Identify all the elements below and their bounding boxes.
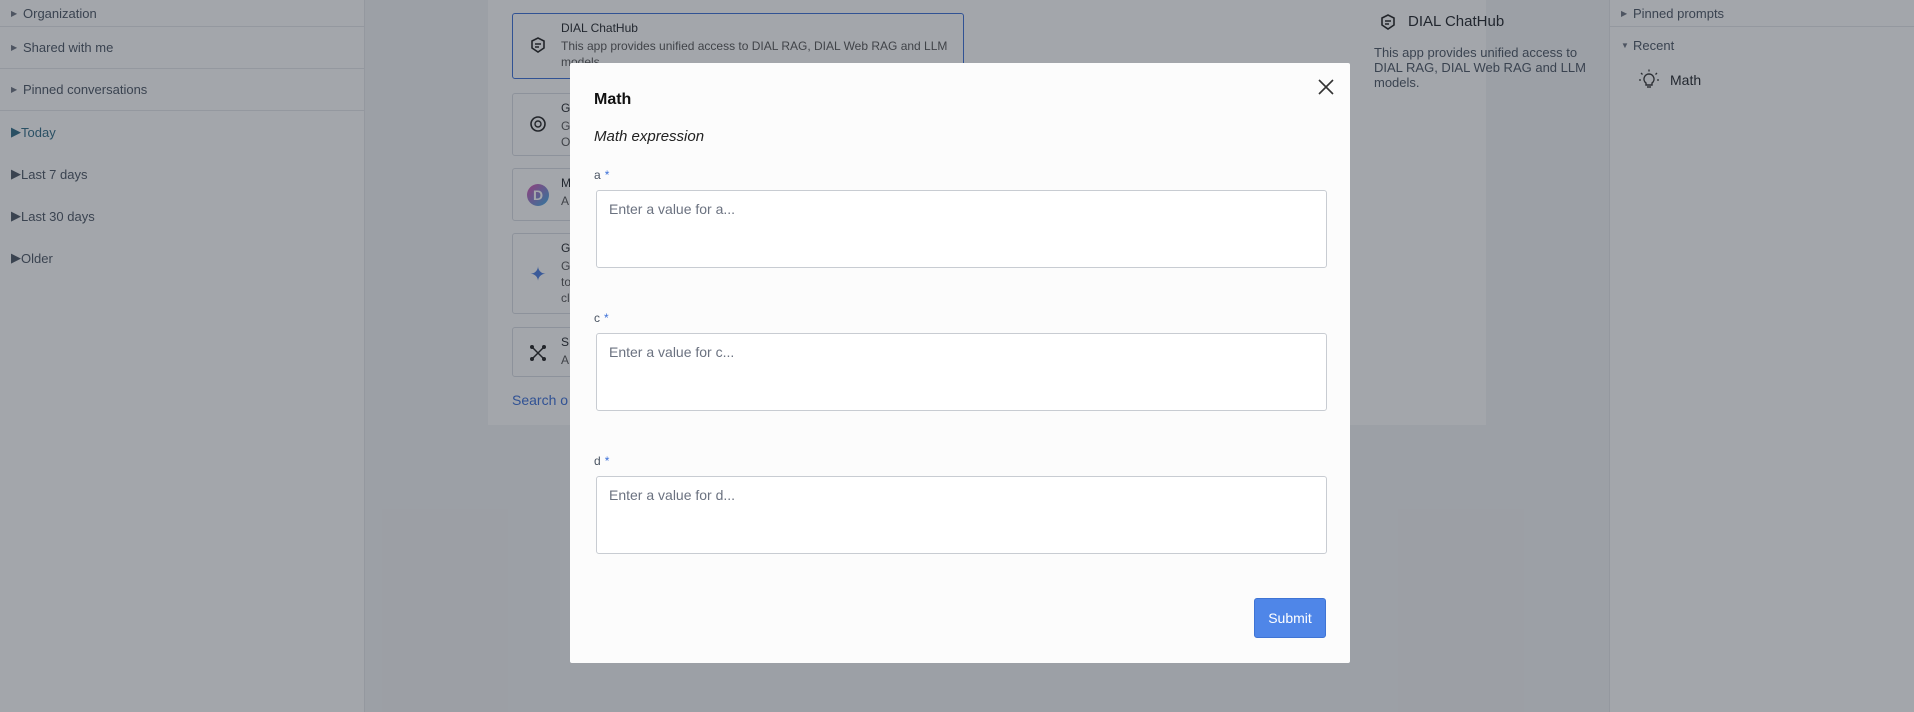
label-text: c [594,311,600,325]
field-label-d: d * [594,454,609,468]
label-text: d [594,454,601,468]
value-c-input[interactable] [596,333,1327,411]
value-a-input[interactable] [596,190,1327,268]
close-icon [1318,79,1334,95]
prompt-variables-dialog: Math Math expression a* c* d* Submit [570,63,1350,663]
required-marker: * [604,168,610,182]
field-label-a: a * [594,168,609,182]
label-text: a [594,168,601,182]
required-marker: * [604,454,610,468]
dialog-subtitle: Math expression [594,128,705,145]
required-marker: * [604,311,609,325]
value-d-input[interactable] [596,476,1327,554]
submit-button[interactable]: Submit [1254,598,1326,638]
field-label-c: c * [594,311,609,325]
close-button[interactable] [1314,75,1338,99]
dialog-title: Math [594,91,632,108]
